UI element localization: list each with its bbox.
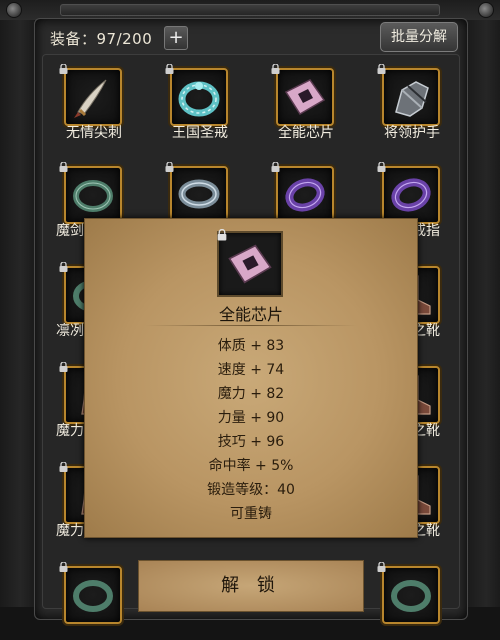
lock-icon	[377, 562, 386, 572]
item-frame	[64, 166, 122, 224]
teal-ring-icon	[178, 81, 220, 117]
lock-icon	[217, 229, 227, 241]
green-ring-icon	[73, 180, 113, 212]
window-frame-top	[0, 0, 500, 20]
lock-icon	[377, 64, 386, 74]
lock-icon	[377, 162, 386, 172]
stat-line: 技巧 + 96	[217, 434, 285, 450]
chip-icon	[284, 79, 326, 116]
item-frame	[382, 68, 440, 126]
lock-icon	[59, 262, 68, 272]
item-slot[interactable]	[364, 558, 460, 640]
lock-icon	[59, 562, 68, 572]
item-frame	[170, 68, 228, 126]
expand-capacity-button[interactable]: +	[164, 26, 188, 50]
lock-icon	[59, 462, 68, 472]
item-slot[interactable]	[46, 558, 142, 640]
frame-left	[0, 20, 34, 607]
stat-line: 体质 + 83	[217, 338, 285, 354]
unlock-button[interactable]: 解 锁	[138, 560, 364, 612]
item-name: 全能芯片	[278, 125, 334, 141]
item-slot[interactable]: 无情尖刺	[46, 60, 142, 142]
stat-line: 速度 + 74	[217, 362, 285, 378]
dagger-icon	[74, 79, 107, 118]
item-frame	[276, 68, 334, 126]
item-frame	[170, 166, 228, 224]
tooltip-item-name: 全能芯片	[218, 305, 283, 324]
stat-line: 锻造等级：40	[207, 482, 295, 498]
item-name: 将领护手	[384, 125, 440, 141]
lock-icon	[59, 362, 68, 372]
item-name: 无情尖刺	[66, 125, 122, 141]
lock-icon	[165, 64, 174, 74]
item-slot[interactable]: 全能芯片	[258, 60, 354, 142]
item-tooltip: 全能芯片 体质 + 83 速度 + 74 魔力 + 82 力量 + 90 技巧 …	[84, 218, 418, 538]
purple-ring-icon	[391, 178, 431, 212]
item-slot[interactable]: 王国圣戒	[152, 60, 248, 142]
lock-icon	[59, 64, 68, 74]
stat-line: 力量 + 90	[217, 410, 285, 426]
chip-icon	[228, 244, 272, 284]
green-ring-icon	[391, 580, 431, 612]
rivet-icon	[6, 2, 22, 18]
green-ring-icon	[73, 580, 113, 612]
equipment-count: 装备：97/200	[50, 30, 153, 48]
tooltip-divider	[145, 325, 357, 326]
item-frame	[382, 166, 440, 224]
item-frame	[64, 68, 122, 126]
item-frame	[382, 566, 440, 624]
stat-line: 命中率 + 5%	[208, 458, 294, 474]
item-frame	[276, 166, 334, 224]
stat-line: 魔力 + 82	[217, 386, 285, 402]
stat-line: 可重铸	[230, 506, 272, 522]
gauntlet-icon	[395, 81, 429, 117]
purple-ring-icon	[285, 178, 325, 212]
lock-icon	[59, 162, 68, 172]
item-slot[interactable]: 将领护手	[364, 60, 460, 142]
lock-icon	[271, 162, 280, 172]
item-name: 王国圣戒	[172, 125, 228, 141]
item-frame	[64, 566, 122, 624]
frame-right	[466, 20, 500, 607]
rivet-icon	[478, 2, 494, 18]
frame-bar	[60, 4, 440, 16]
lock-icon	[165, 162, 174, 172]
silver-ring-icon	[178, 179, 220, 209]
lock-icon	[271, 64, 280, 74]
batch-decompose-button[interactable]: 批量分解	[380, 22, 458, 52]
